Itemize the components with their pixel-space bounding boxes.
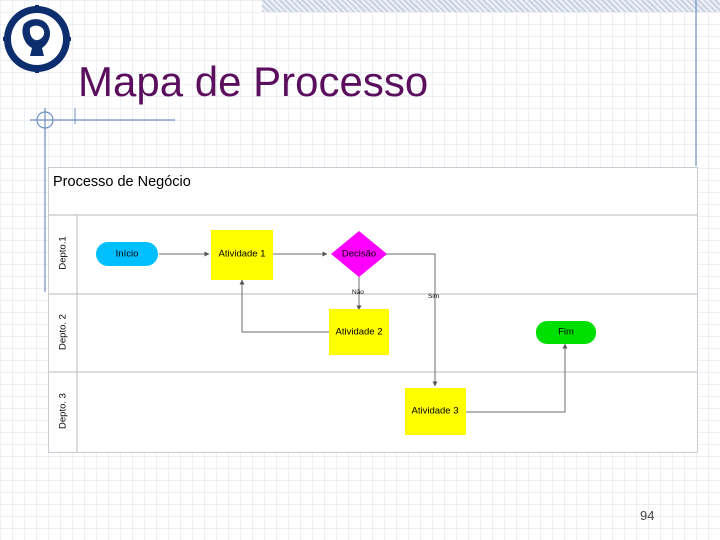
decision-node-label: Decisão <box>341 248 377 260</box>
connector-decision-activity3 <box>386 253 438 387</box>
connector-activity2-activity1 <box>239 279 329 333</box>
process-diagram: Processo de Negócio Depto.1 Depto. 2 Dep… <box>48 167 698 453</box>
start-node-label: Início <box>115 248 139 260</box>
connector-activity3-end <box>466 343 568 413</box>
activity3-node-label: Atividade 3 <box>411 405 459 417</box>
lane-label-depto2: Depto. 2 <box>57 314 69 350</box>
activity1-node-label: Atividade 1 <box>218 248 266 260</box>
lane-label-depto3: Depto. 3 <box>57 393 69 429</box>
end-node-label: Fim <box>558 326 574 338</box>
page-number: 94 <box>640 508 655 523</box>
branch-label-yes: Sim <box>428 293 440 300</box>
diagram-title: Processo de Negócio <box>53 174 191 190</box>
lane-label-depto1: Depto.1 <box>57 236 69 270</box>
diagram-canvas <box>49 214 697 452</box>
activity2-node-label: Atividade 2 <box>335 326 383 338</box>
branch-label-no: Não <box>352 289 364 296</box>
slide-title: Mapa de Processo <box>78 58 429 105</box>
